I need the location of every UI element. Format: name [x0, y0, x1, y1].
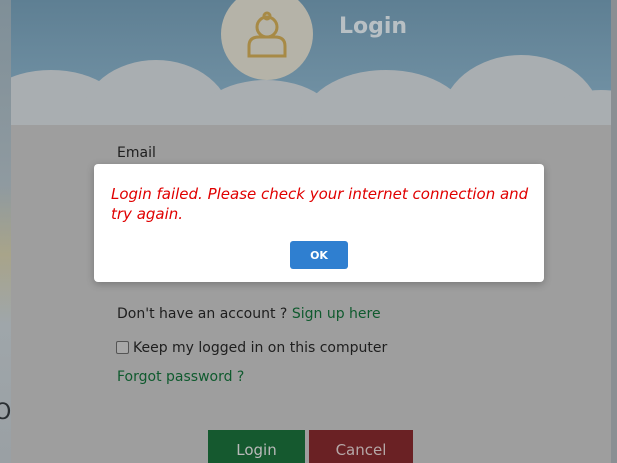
email-label: Email — [117, 145, 156, 161]
ok-button[interactable]: OK — [290, 241, 348, 269]
signup-prompt: Don't have an account ? — [117, 306, 288, 322]
page-title: Login — [339, 14, 408, 39]
error-dialog: Login failed. Please check your internet… — [94, 164, 544, 282]
keep-logged-checkbox[interactable] — [116, 341, 129, 354]
background-page-glyph: O — [0, 400, 12, 425]
background-page-right — [611, 0, 617, 463]
signup-row: Don't have an account ? Sign up here — [117, 306, 381, 322]
user-icon — [247, 11, 287, 58]
login-button[interactable]: Login — [208, 430, 305, 463]
error-message: Login failed. Please check your internet… — [111, 185, 529, 223]
forgot-password-link[interactable]: Forgot password ? — [117, 369, 244, 385]
cancel-button[interactable]: Cancel — [309, 430, 413, 463]
signup-link[interactable]: Sign up here — [292, 306, 381, 322]
keep-logged-label: Keep my logged in on this computer — [133, 340, 388, 356]
background-page-left: O — [0, 0, 11, 463]
